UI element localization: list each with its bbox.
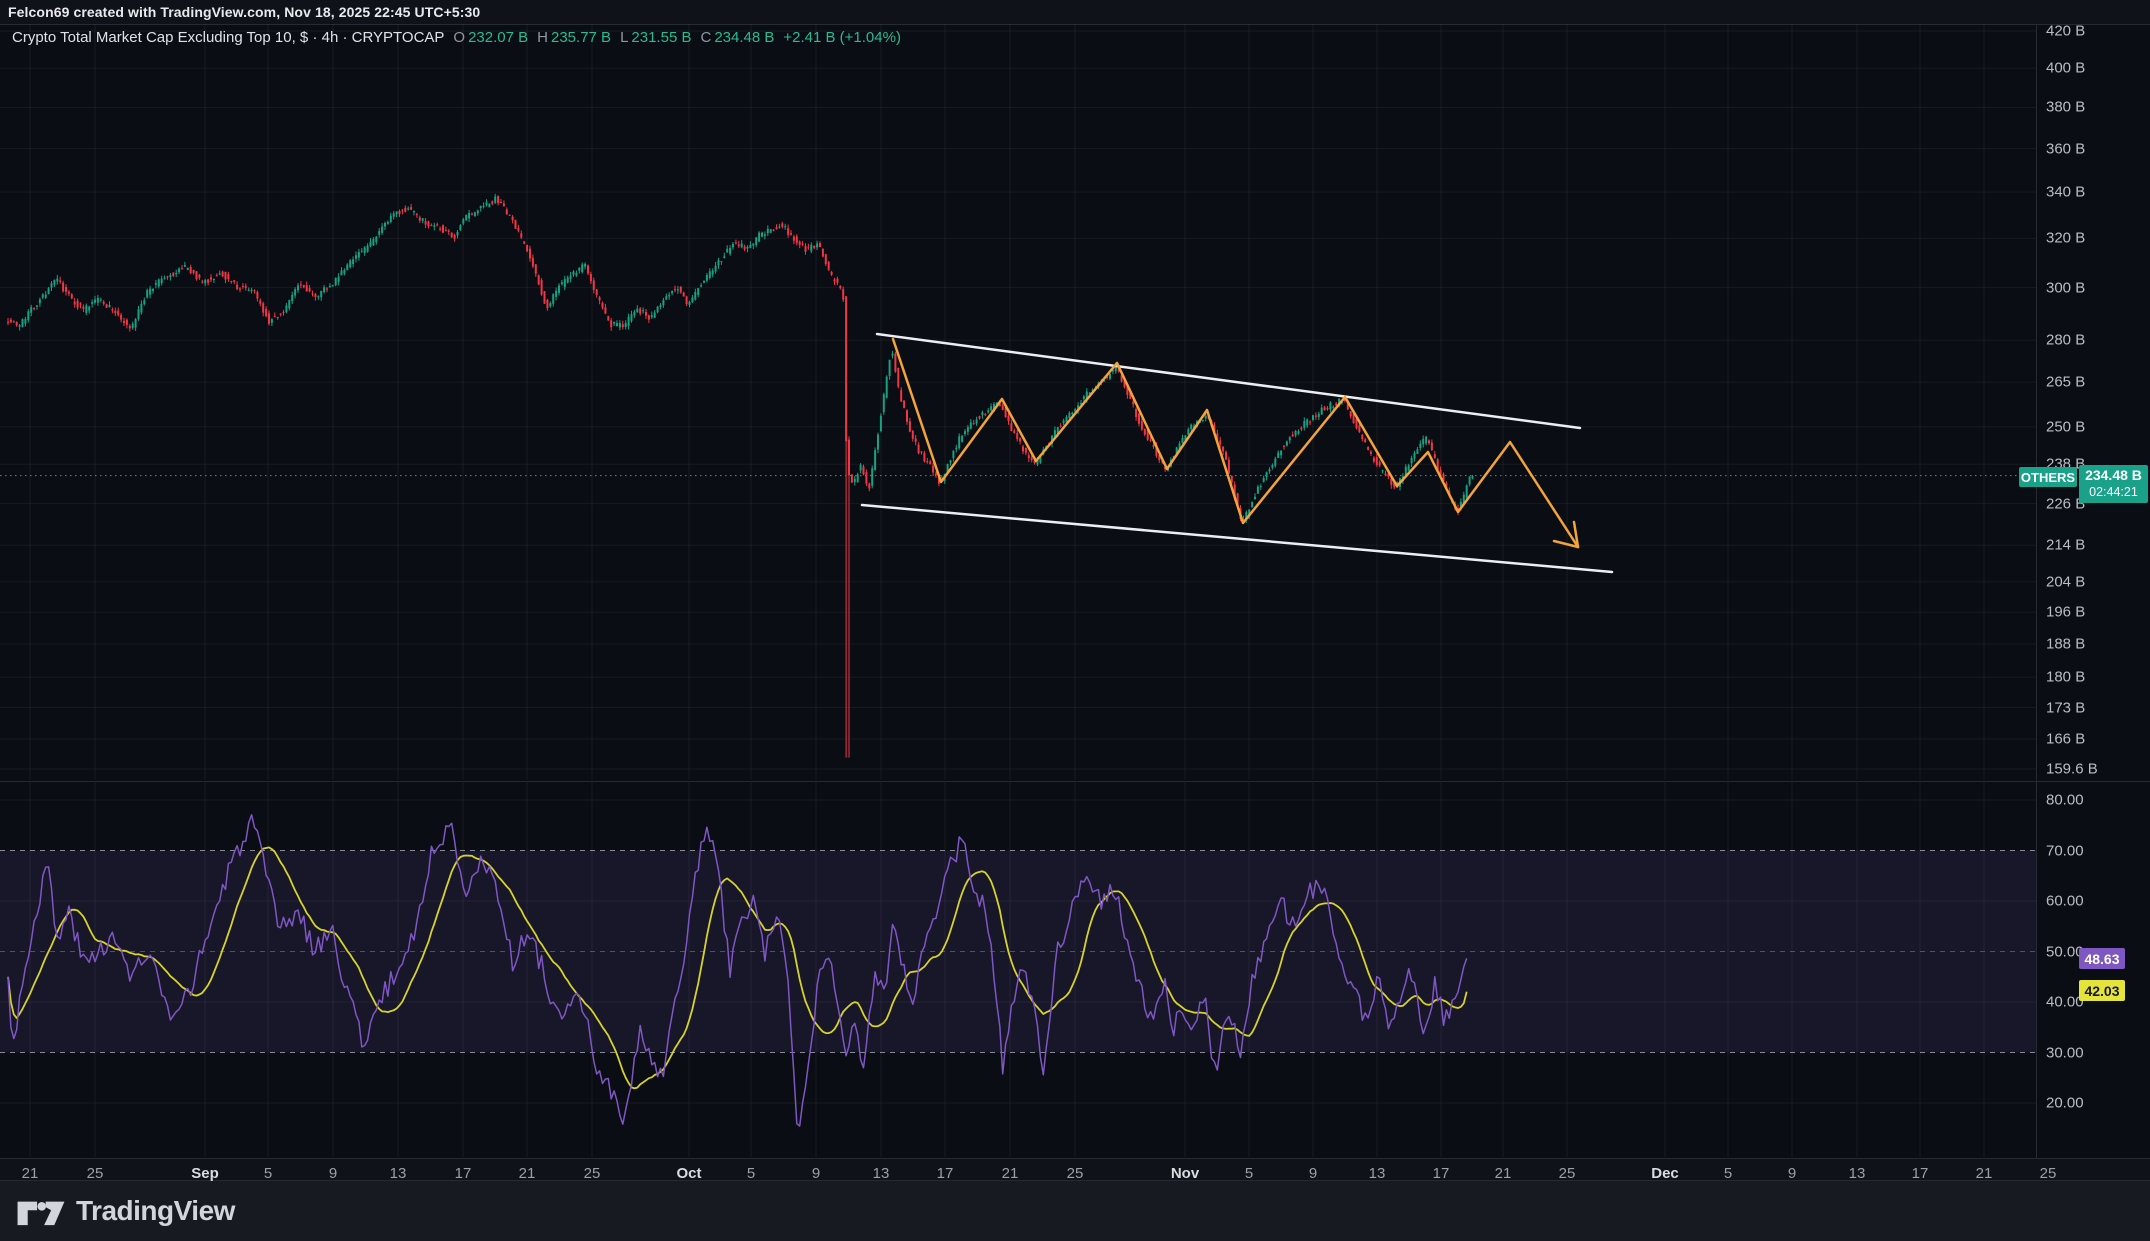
pane-separator[interactable] xyxy=(0,781,2150,782)
time-axis-label: 13 xyxy=(873,1165,890,1182)
time-axis-label: Sep xyxy=(191,1165,219,1182)
price-axis-label: 159.6 B xyxy=(2046,761,2098,778)
price-axis-label: 214 B xyxy=(2046,537,2085,554)
price-axis-label: 173 B xyxy=(2046,699,2085,716)
time-axis-label: 17 xyxy=(937,1165,954,1182)
rsi-ma-value-text: 42.03 xyxy=(2084,983,2119,999)
time-axis-label: 25 xyxy=(2040,1165,2057,1182)
time-axis-label: 21 xyxy=(1495,1165,1512,1182)
time-axis-label: 9 xyxy=(329,1165,337,1182)
price-axis-label: 166 B xyxy=(2046,731,2085,748)
symbol-title[interactable]: Crypto Total Market Cap Excluding Top 10… xyxy=(12,29,444,46)
open-label: O xyxy=(453,29,465,46)
close-label: C xyxy=(700,29,711,46)
time-axis-label: 9 xyxy=(812,1165,820,1182)
time-axis-label: 13 xyxy=(1849,1165,1866,1182)
rsi-value-text: 48.63 xyxy=(2084,951,2119,967)
price-axis-label: 188 B xyxy=(2046,636,2085,653)
time-axis-label: 9 xyxy=(1309,1165,1317,1182)
price-axis-label: 250 B xyxy=(2046,418,2085,435)
footer-bar: TradingView xyxy=(0,1181,2150,1241)
price-axis-label: 360 B xyxy=(2046,140,2085,157)
close-value: 234.48 B xyxy=(714,29,774,46)
price-axis-label: 320 B xyxy=(2046,230,2085,247)
indicator-axis-label: 50.00 xyxy=(2046,943,2084,960)
low-label: L xyxy=(620,29,628,46)
time-axis-label: 25 xyxy=(87,1165,104,1182)
indicator-axis-label: 60.00 xyxy=(2046,893,2084,910)
time-axis-label: 13 xyxy=(390,1165,407,1182)
time-axis-label: 17 xyxy=(1912,1165,1929,1182)
symbol-legend[interactable]: Crypto Total Market Cap Excluding Top 10… xyxy=(12,29,901,46)
indicator-axis-label: 40.00 xyxy=(2046,994,2084,1011)
time-axis-label: Nov xyxy=(1171,1165,1199,1182)
time-axis-label: 21 xyxy=(22,1165,39,1182)
time-axis-label: 21 xyxy=(1976,1165,1993,1182)
price-axis-label: 196 B xyxy=(2046,604,2085,621)
tradingview-logo[interactable]: TradingView xyxy=(16,1192,235,1230)
time-axis-label: 25 xyxy=(1559,1165,1576,1182)
price-axis-label: 265 B xyxy=(2046,374,2085,391)
indicator-axis-label: 30.00 xyxy=(2046,1044,2084,1061)
time-axis-label: Dec xyxy=(1651,1165,1679,1182)
time-axis-label: 5 xyxy=(1245,1165,1253,1182)
price-axis-separator xyxy=(2036,24,2037,1179)
rsi-ma-value-badge: 42.03 xyxy=(2079,980,2125,1001)
tradingview-wordmark: TradingView xyxy=(76,1195,235,1227)
price-axis-label: 180 B xyxy=(2046,669,2085,686)
time-axis-label: 25 xyxy=(1067,1165,1084,1182)
time-axis-label: 21 xyxy=(519,1165,536,1182)
current-price-badge[interactable]: 234.48 B 02:44:21 xyxy=(2079,465,2148,503)
tradingview-chart-page: { "header": { "attribution": "Felcon69 c… xyxy=(0,0,2150,1241)
time-axis-label: 9 xyxy=(1788,1165,1796,1182)
open-value: 232.07 B xyxy=(468,29,528,46)
high-label: H xyxy=(537,29,548,46)
chart-canvas[interactable] xyxy=(0,0,2150,1241)
price-axis-label: 340 B xyxy=(2046,184,2085,201)
time-axis-label: 5 xyxy=(264,1165,272,1182)
symbol-tag-badge[interactable]: OTHERS xyxy=(2019,467,2077,487)
indicator-axis-label: 20.00 xyxy=(2046,1095,2084,1112)
price-axis-label: 400 B xyxy=(2046,60,2085,77)
time-axis-label: 5 xyxy=(747,1165,755,1182)
time-axis-label: 17 xyxy=(455,1165,472,1182)
high-value: 235.77 B xyxy=(551,29,611,46)
price-axis-label: 300 B xyxy=(2046,279,2085,296)
time-axis-label: 25 xyxy=(584,1165,601,1182)
price-axis-label: 420 B xyxy=(2046,23,2085,40)
time-axis-label: 17 xyxy=(1433,1165,1450,1182)
indicator-axis-label: 80.00 xyxy=(2046,792,2084,809)
current-price-text: 234.48 B xyxy=(2085,467,2142,485)
bar-countdown-text: 02:44:21 xyxy=(2089,485,2138,501)
price-axis-label: 280 B xyxy=(2046,332,2085,349)
low-value: 231.55 B xyxy=(631,29,691,46)
change-value: +2.41 B (+1.04%) xyxy=(783,29,901,46)
time-axis-label: 5 xyxy=(1724,1165,1732,1182)
symbol-tag-text: OTHERS xyxy=(2021,470,2075,485)
time-axis-label: 21 xyxy=(1002,1165,1019,1182)
rsi-value-badge: 48.63 xyxy=(2079,948,2125,969)
indicator-axis-label: 70.00 xyxy=(2046,842,2084,859)
price-axis-label: 380 B xyxy=(2046,99,2085,116)
time-axis-label: 13 xyxy=(1369,1165,1386,1182)
time-axis-label: Oct xyxy=(676,1165,701,1182)
price-axis-label: 204 B xyxy=(2046,573,2085,590)
tradingview-logo-icon xyxy=(16,1192,66,1230)
